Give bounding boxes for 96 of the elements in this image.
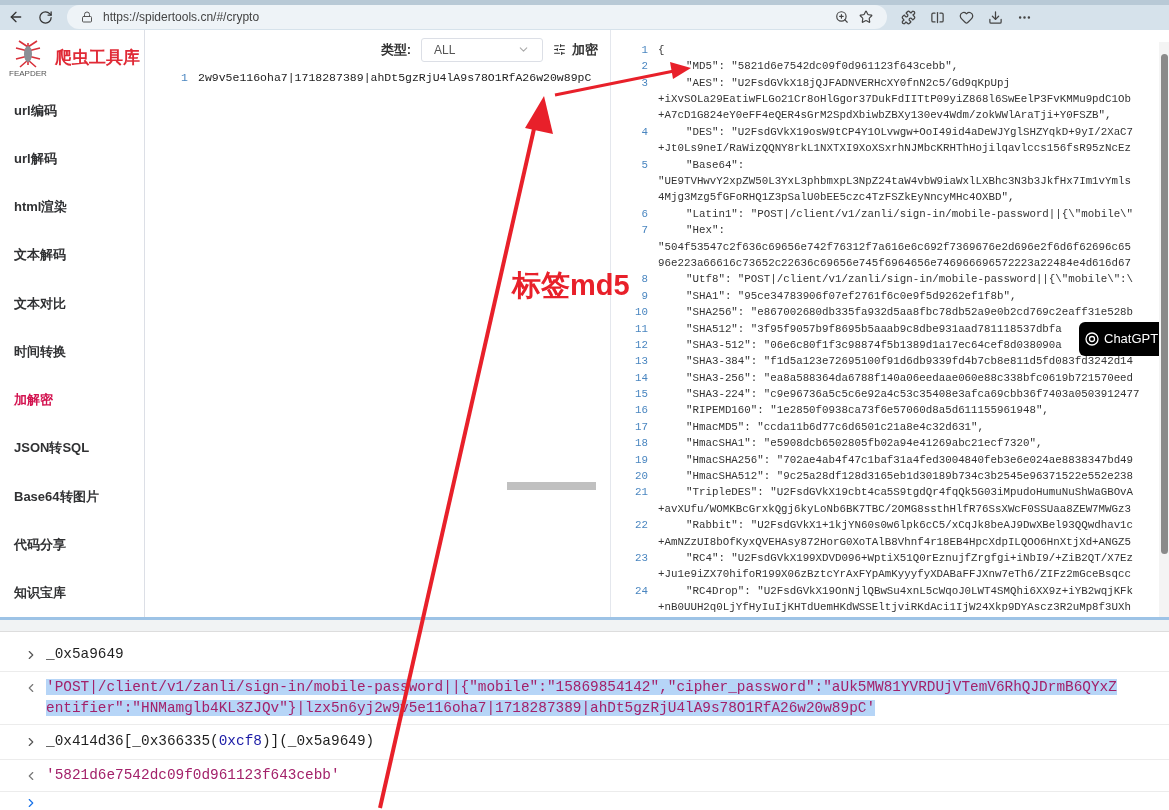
refresh-icon[interactable] (38, 9, 53, 25)
sidebar-item[interactable]: url解码 (0, 134, 144, 183)
line-number: 24 (635, 584, 648, 597)
console-command: _0x5a9649 (46, 644, 124, 664)
code-line: +Ju1e9iZX70hifoR199X06zBztcYrAxFYpAmKyyyfyXDABaFFJXnw7eTh6/ZIFz2mGceBsqcc (658, 568, 1131, 581)
line-number: 21 (635, 486, 648, 499)
sidebar-item[interactable]: JSON转SQL (0, 423, 144, 473)
line-number: 12 (635, 338, 648, 351)
lock-icon (81, 11, 93, 24)
code-line: "DES": "U2FsdGVkX19osW9tCP4Y1OLvwgw+OoI49id4aDeWJYglSHZYqkD+9yI/2XaC7 (686, 125, 1134, 138)
code-line: "SHA3-512": "06e6c80f1f3c98874f5b1389d1a17ec64cef8d038090a (686, 338, 1062, 351)
line-number: 18 (635, 437, 648, 450)
favorites-icon[interactable] (959, 9, 974, 25)
code-line: +Jt0Ls9neI/RaWizQQNY8rkL1NXTXI9XoXSxrhNJMbcKRHThHojilqavlccs156fsR95zNcEz (658, 142, 1131, 155)
code-line: 96e223a66616c73652c22636c69656e745f6964656e746966696572223a22484e4d616d67 (658, 256, 1131, 269)
sidebar-item[interactable]: 代码分享 (0, 520, 144, 569)
code-line: "HmacMD5": "ccda11b6d77c6d6501c21a8e4c32d631", (686, 420, 985, 433)
code-line: "MD5": "5821d6e7542dc09f0d961123f643cebb", (686, 60, 959, 73)
scrollbar-thumb[interactable] (507, 481, 596, 490)
code-line: +A7cD1G824eY0eFF4eQER4sGrM2SpdXbiwbZBXy130ev4Wdm/zokWWlAraTji+Y0FSZB", (658, 109, 1112, 122)
code-line: 4Mjg3Mzg5fGFoRHQ1Z3pSalU0bEE5czc4TzFSZkEyNncyMHc4OXBD", (658, 191, 1015, 204)
zoom-icon[interactable] (835, 10, 849, 25)
sidebar-item[interactable]: 文本对比 (0, 279, 144, 328)
line-number: 19 (635, 453, 648, 466)
extension-icon[interactable] (901, 9, 916, 25)
line-number: 1 (181, 71, 188, 85)
code-line: "SHA3-384": "f1d5a123e72695100f91d6db9339fd4b7cb8e811d5fd083fd3242d14 (686, 355, 1134, 368)
code-line: +avXUfu/WOMKBcGrxkQgj6kyLoNb6BK7TBC/2OMG8ssthHlfR76SsXWcF0SSUaa8ZEW7MWGz3 (658, 502, 1131, 515)
vertical-scrollbar[interactable] (1159, 41, 1169, 617)
address-bar[interactable]: https://spidertools.cn/#/crypto (67, 5, 887, 30)
logo-caption: FEAPDER (9, 68, 47, 78)
code-line: "TripleDES": "U2FsdGVkX19cbt4ca5S9tgdQr4fqQk5G03iMpudoHumuNuShWaGBOvA (686, 486, 1134, 499)
line-number: 6 (641, 207, 648, 220)
code-line: "SHA512": "3f95f9057b9f8695b5aaab9c8dbe931aad781118537dbfa (686, 322, 1062, 335)
type-select[interactable]: ALL (421, 37, 543, 62)
line-number: 5 (641, 158, 648, 171)
code-line: +AmNZzUI8bOfKyxQVEHAsy872HorG0XoTAlB8Vhnf4r18EB4HpcXdpILQOO6HnXtjXd+ANGZ5 (658, 535, 1131, 548)
code-line: "SHA256": "e867002680db335fa932d5aa8fbc78db52a9e0b2cd769c2eaff31e528b (686, 306, 1134, 319)
encrypt-button[interactable]: 加密 (553, 40, 598, 60)
code-line: "HmacSHA512": "9c25a28df128d3165eb1d30189b734c3b2545e96371522e552e238 (686, 470, 1134, 483)
line-number: 20 (635, 470, 648, 483)
line-number: 2 (641, 60, 648, 73)
code-line: "HmacSHA1": "e5908dcb6502805fb02a94e41269abc21ecf7320", (686, 437, 1043, 450)
code-line: +iXvSOLa29EatiwFLGo21Cr8oHlGgor37DukFdIITtP09yiZ868l6SwEelP3FvKMMu9pdC1Ob (658, 93, 1131, 106)
code-line: "Latin1": "POST|/client/v1/zanli/sign-in/mobile-password||{\"mobile\" (686, 207, 1134, 220)
line-number: 7 (641, 224, 648, 237)
line-number: 11 (635, 322, 648, 335)
line-number: 4 (641, 125, 648, 138)
code-line: "SHA3-256": "ea8a588364da6788f140a06eedaae060e88c338bfc0619b721570eed (686, 371, 1134, 384)
sidebar-item[interactable]: 加解密 (0, 375, 144, 424)
line-number: 10 (635, 306, 648, 319)
split-view-icon[interactable] (930, 9, 945, 25)
sidebar-item[interactable]: 文本解码 (0, 231, 144, 280)
sidebar-item[interactable]: 知识宝库 (0, 568, 144, 617)
line-number: 22 (635, 519, 648, 532)
favorite-icon[interactable] (859, 10, 873, 25)
code-line: "SHA3-224": "c9e96736a5c5c6e92a4c53c35408e3afca69cbb36f7403a0503912477 (686, 388, 1140, 401)
code-line: "UE9TVHwvY2xpZW50L3YxL3phbmxpL3NpZ24taW4vbW9iaWxlLXBhc3N3b3JkfHx7Im1vYmls (658, 175, 1131, 187)
console-result: '5821d6e7542dc09f0d961123f643cebb' (46, 766, 340, 785)
sidebar-item[interactable]: Base64转图片 (0, 472, 144, 521)
sidebar-item[interactable]: html渲染 (0, 182, 144, 232)
line-number: 16 (635, 404, 648, 417)
chatgpt-badge[interactable]: ChatGPT (1079, 321, 1159, 356)
sliders-icon (553, 43, 566, 57)
code-line: "504f53547c2f636c69656e742f76312f7a616e6c692f7369676e2d696e2f6d6f62696c65 (658, 240, 1131, 253)
console-command: _0x414d36[_0x366335(0xcf8)](_0x5a9649) (46, 732, 375, 752)
line-number: 3 (641, 76, 648, 89)
line-number: 15 (635, 388, 648, 401)
line-number: 1 (641, 43, 648, 56)
code-line: "AES": "U2FsdGVkX18jQJFADNVERHcXY0fnN2c5/Gd9qKpUpj (686, 76, 1010, 89)
sidebar-item[interactable]: 时间转换 (0, 327, 144, 376)
line-number: 13 (635, 355, 648, 368)
knot-icon (1084, 330, 1100, 347)
code-line: "Base64": (686, 158, 745, 171)
line-number: 14 (635, 371, 648, 384)
code-line: "SHA1": "95ce34783906f07ef2761f6c0e9f5d9262ef1f8b", (686, 289, 1017, 302)
type-label: 类型: (380, 41, 411, 60)
line-number: 9 (641, 289, 648, 302)
code-line: "Utf8": "POST|/client/v1/zanli/sign-in/mobile-password||{\"mobile\":\ (686, 273, 1134, 286)
code-line: "RC4Drop": "U2FsdGVkX19OnNjlQBwSu4xnL5cWqoJ0LWT4SMQhi6XX9z+iYB2wqjKFk (686, 584, 1134, 597)
code-line: 2w9v5e116oha7|1718287389|ahDt5gzRjU4lA9s78O1RfA26w20w89pC (198, 70, 592, 87)
url-text: https://spidertools.cn/#/crypto (103, 9, 260, 27)
line-number: 23 (635, 552, 648, 564)
code-line: "RIPEMD160": "1e2850f0938ca73f6e57060d8a5d611155961948", (686, 404, 1049, 417)
code-line: { (658, 43, 665, 56)
code-line: "Rabbit": "U2FsdGVkX1+1kjYN60s0w6lpk6cC5/xCqJk8beAJ9DwXBel93QQwdhav1c (686, 519, 1134, 532)
code-line: "HmacSHA256": "702ae4ab4f47c1baf31a4fed3004840feb3e6e024ae8838347bd49 (686, 453, 1134, 466)
line-number: 8 (641, 273, 648, 286)
annotation-label: 标签md5 (512, 268, 630, 303)
line-number: 17 (635, 420, 648, 433)
code-line: +nB0UUH2q0LjYfHyIuIjKHTdUemHKdWSSEltjviRKdAci1IjW24Xkp9DYAscz3R2uMp8f3UXh (658, 601, 1131, 614)
site-title: 爬虫工具库 (54, 47, 140, 70)
code-line: "RC4": "U2FsdGVkX199XDVD096+WptiX51Q0rEznujfZrgfgi+iNbI9/+ZiB2QT/X7Ez (686, 552, 1134, 564)
code-line: "Hex": (686, 224, 725, 237)
sidebar-item[interactable]: url编码 (0, 86, 144, 135)
download-icon[interactable] (988, 9, 1003, 25)
